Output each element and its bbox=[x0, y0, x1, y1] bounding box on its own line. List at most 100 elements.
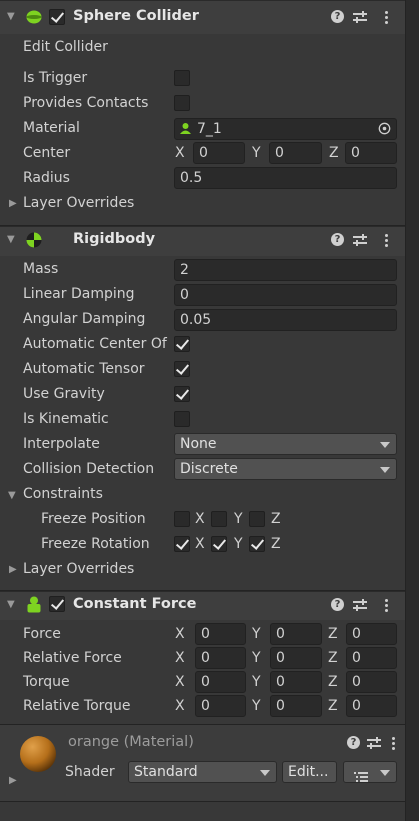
center-x-label: X bbox=[175, 145, 185, 161]
object-picker-icon[interactable] bbox=[378, 122, 391, 135]
force-y-label: Y bbox=[252, 626, 261, 642]
constant-force-fold-icon[interactable]: ▼ bbox=[7, 599, 15, 610]
force-x-field[interactable]: 0 bbox=[195, 623, 246, 645]
layer-overrides-fold-icon[interactable]: ▶ bbox=[9, 198, 17, 209]
center-z-field[interactable]: 0 bbox=[345, 142, 397, 164]
rigidbody-title: Rigidbody bbox=[73, 231, 156, 247]
relative-torque-x-field[interactable]: 0 bbox=[195, 695, 246, 717]
interpolate-value: None bbox=[180, 436, 217, 452]
rigidbody-fold-icon[interactable]: ▼ bbox=[7, 234, 15, 245]
freeze-position-y-label: Y bbox=[234, 511, 243, 527]
more-icon[interactable] bbox=[392, 737, 396, 752]
linear-damping-field[interactable]: 0 bbox=[174, 284, 397, 306]
center-z-label: Z bbox=[329, 145, 339, 161]
rigidbody-header[interactable] bbox=[0, 226, 405, 256]
collision-detection-value: Discrete bbox=[180, 461, 238, 477]
force-z-label: Z bbox=[328, 626, 338, 642]
force-y-field[interactable]: 0 bbox=[270, 623, 322, 645]
material-title: orange (Material) bbox=[68, 734, 194, 750]
presets-icon[interactable] bbox=[353, 599, 367, 611]
sphere-collider-enabled-checkbox[interactable] bbox=[49, 9, 65, 25]
center-x-field[interactable]: 0 bbox=[193, 142, 245, 164]
torque-x-label: X bbox=[175, 674, 185, 690]
more-icon[interactable] bbox=[385, 599, 389, 614]
sphere-collider-fold-icon[interactable]: ▼ bbox=[7, 11, 15, 22]
shader-dropdown[interactable]: Standard bbox=[128, 761, 277, 783]
material-field[interactable]: 7_1 bbox=[174, 118, 397, 140]
edit-collider-button[interactable]: Edit Collider bbox=[23, 39, 108, 55]
provides-contacts-checkbox[interactable] bbox=[174, 95, 190, 111]
list-icon bbox=[354, 768, 368, 782]
shader-options-dropdown[interactable] bbox=[343, 761, 397, 783]
provides-contacts-label: Provides Contacts bbox=[23, 95, 149, 111]
freeze-position-x-checkbox[interactable] bbox=[174, 511, 190, 527]
help-icon[interactable]: ? bbox=[331, 233, 344, 246]
relative-force-x-field[interactable]: 0 bbox=[195, 647, 246, 669]
relative-torque-y-field[interactable]: 0 bbox=[270, 695, 322, 717]
radius-field[interactable]: 0.5 bbox=[174, 167, 397, 189]
more-icon[interactable] bbox=[385, 11, 389, 26]
freeze-position-z-checkbox[interactable] bbox=[249, 511, 265, 527]
freeze-position-label: Freeze Position bbox=[41, 511, 146, 527]
automatic-tensor-checkbox[interactable] bbox=[174, 361, 190, 377]
layer-overrides-label[interactable]: Layer Overrides bbox=[23, 561, 134, 577]
automatic-center-of-mass-checkbox[interactable] bbox=[174, 336, 190, 352]
shader-edit-label: Edit... bbox=[288, 764, 329, 780]
layer-overrides-label[interactable]: Layer Overrides bbox=[23, 195, 134, 211]
use-gravity-label: Use Gravity bbox=[23, 386, 105, 402]
center-label: Center bbox=[23, 145, 71, 161]
torque-y-label: Y bbox=[252, 674, 261, 690]
linear-damping-label: Linear Damping bbox=[23, 286, 135, 302]
constraints-fold-icon[interactable]: ▼ bbox=[8, 490, 16, 501]
constraints-label[interactable]: Constraints bbox=[23, 486, 103, 502]
torque-z-field[interactable]: 0 bbox=[346, 671, 397, 693]
angular-damping-field[interactable]: 0.05 bbox=[174, 309, 397, 331]
help-icon[interactable]: ? bbox=[347, 736, 360, 749]
freeze-rotation-z-checkbox[interactable] bbox=[249, 536, 265, 552]
torque-y-field[interactable]: 0 bbox=[270, 671, 322, 693]
use-gravity-checkbox[interactable] bbox=[174, 386, 190, 402]
shader-edit-button[interactable]: Edit... bbox=[282, 761, 337, 783]
mass-label: Mass bbox=[23, 261, 59, 277]
freeze-position-x-label: X bbox=[195, 511, 205, 527]
force-label: Force bbox=[23, 626, 61, 642]
layer-overrides-fold-icon[interactable]: ▶ bbox=[9, 564, 17, 575]
mass-field[interactable]: 2 bbox=[174, 259, 397, 281]
freeze-rotation-x-checkbox[interactable] bbox=[174, 536, 190, 552]
relative-force-x-label: X bbox=[175, 650, 185, 666]
relative-torque-z-field[interactable]: 0 bbox=[346, 695, 397, 717]
material-fold-icon[interactable]: ▶ bbox=[9, 775, 17, 786]
constant-force-title: Constant Force bbox=[73, 596, 197, 612]
is-trigger-checkbox[interactable] bbox=[174, 70, 190, 86]
shader-value: Standard bbox=[134, 764, 198, 780]
presets-icon[interactable] bbox=[353, 11, 367, 23]
collision-detection-dropdown[interactable]: Discrete bbox=[174, 458, 397, 480]
material-label: Material bbox=[23, 120, 80, 136]
help-icon[interactable]: ? bbox=[331, 598, 344, 611]
radius-label: Radius bbox=[23, 170, 70, 186]
relative-force-y-field[interactable]: 0 bbox=[270, 647, 322, 669]
sphere-collider-title: Sphere Collider bbox=[73, 8, 199, 24]
freeze-rotation-y-checkbox[interactable] bbox=[211, 536, 227, 552]
freeze-position-y-checkbox[interactable] bbox=[211, 511, 227, 527]
collision-detection-label: Collision Detection bbox=[23, 461, 155, 477]
torque-x-field[interactable]: 0 bbox=[195, 671, 246, 693]
presets-icon[interactable] bbox=[353, 234, 367, 246]
interpolate-label: Interpolate bbox=[23, 436, 100, 452]
force-z-field[interactable]: 0 bbox=[346, 623, 397, 645]
interpolate-dropdown[interactable]: None bbox=[174, 433, 397, 455]
constant-force-enabled-checkbox[interactable] bbox=[49, 596, 65, 612]
torque-label: Torque bbox=[23, 674, 70, 690]
automatic-center-of-mass-label: Automatic Center Of bbox=[23, 336, 167, 352]
presets-icon[interactable] bbox=[367, 737, 381, 749]
torque-z-label: Z bbox=[328, 674, 338, 690]
is-kinematic-checkbox[interactable] bbox=[174, 411, 190, 427]
more-icon[interactable] bbox=[385, 234, 389, 249]
center-y-field[interactable]: 0 bbox=[269, 142, 322, 164]
help-icon[interactable]: ? bbox=[331, 10, 344, 23]
relative-force-z-field[interactable]: 0 bbox=[346, 647, 397, 669]
freeze-rotation-y-label: Y bbox=[234, 536, 243, 552]
freeze-position-z-label: Z bbox=[271, 511, 281, 527]
inspector-scrollbar[interactable] bbox=[405, 0, 419, 821]
relative-torque-x-label: X bbox=[175, 698, 185, 714]
